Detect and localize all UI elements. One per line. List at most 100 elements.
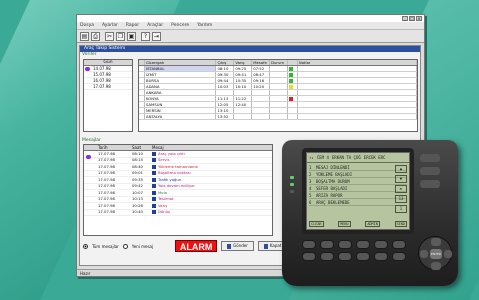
- keypad-key[interactable]: [338, 240, 352, 249]
- door-icon: [263, 243, 268, 249]
- col-date[interactable]: Tarih: [94, 145, 132, 150]
- lcd-item-text: MESAJ DİNLENDİ: [316, 164, 350, 170]
- upper-panel: Gün 14.07.98 15.07.98 16.07.98 17.07.98 …: [80, 58, 420, 138]
- col-status[interactable]: Durum: [270, 60, 288, 65]
- minimize-button[interactable]: _: [402, 16, 408, 21]
- route-cell: [288, 66, 298, 71]
- route-row[interactable]: ANTALYA 13:52: [139, 114, 417, 120]
- keypad-key[interactable]: [356, 240, 370, 249]
- nav-down-key[interactable]: [431, 262, 441, 270]
- route-cell: [270, 84, 288, 89]
- arrow-icon: [152, 210, 156, 215]
- route-cell: 08:10: [216, 66, 235, 71]
- softkey-menu[interactable]: MENU: [338, 221, 351, 227]
- route-cell: 07:52: [252, 66, 271, 71]
- keypad-key[interactable]: [320, 240, 334, 249]
- keypad-key[interactable]: [302, 240, 316, 249]
- keypad-key[interactable]: [392, 240, 406, 249]
- lcd-menu-item[interactable]: 3 BOŞALTMA DURUM: [309, 178, 407, 185]
- status-flag-icon: [288, 79, 293, 83]
- close-label: Kapat: [269, 243, 282, 248]
- day-item[interactable]: 17.07.98: [84, 84, 132, 90]
- route-cell: SAMSUN: [145, 102, 217, 107]
- menu-help[interactable]: Yardım: [197, 23, 212, 28]
- lcd-item-number: 1: [309, 164, 312, 170]
- route-cell: [234, 108, 253, 113]
- col-message[interactable]: Mesaj: [152, 145, 272, 150]
- keypad-key[interactable]: [392, 252, 406, 261]
- maximize-button[interactable]: □: [409, 16, 415, 21]
- lcd-up-icon[interactable]: ▲: [395, 165, 407, 173]
- keypad-key[interactable]: [302, 252, 316, 261]
- keypad-key[interactable]: [374, 252, 388, 261]
- col-flag[interactable]: [288, 60, 298, 65]
- radio-all-messages[interactable]: [83, 243, 88, 249]
- col-notes[interactable]: Notlar: [298, 60, 417, 65]
- lcd-item-number: 6: [309, 199, 312, 205]
- softkey-clear[interactable]: CLEAR: [309, 221, 324, 227]
- route-cell: [216, 90, 235, 95]
- print-icon[interactable]: ⎙: [91, 32, 100, 41]
- keypad-key[interactable]: [356, 252, 370, 261]
- paste-icon[interactable]: ▣: [127, 32, 136, 41]
- enter-key[interactable]: ENTER: [430, 249, 442, 259]
- led-power: [290, 176, 294, 179]
- route-cell: 12:40: [234, 102, 253, 107]
- col-arrive[interactable]: Varış: [234, 60, 253, 65]
- menu-file[interactable]: Dosya: [80, 23, 94, 28]
- nav-up-key[interactable]: [431, 238, 441, 246]
- route-cell: [298, 90, 417, 95]
- status-flag-icon: [288, 67, 293, 71]
- route-cell: [234, 114, 253, 119]
- save-icon[interactable]: ▤: [80, 32, 89, 41]
- route-cell: [270, 114, 288, 119]
- alarm-button[interactable]: ALARM: [175, 240, 218, 252]
- lcd-menu-item[interactable]: 1 MESAJ DİNLENDİ: [309, 164, 407, 171]
- keypad-key[interactable]: [374, 240, 388, 249]
- led-gps: [290, 183, 294, 186]
- lcd-menu-item[interactable]: 4 SEFER BAŞLADI: [309, 185, 407, 192]
- nav-right-key[interactable]: [444, 250, 452, 258]
- lcd-menu-icon[interactable]: ≡: [395, 185, 407, 193]
- route-cell: [252, 96, 271, 101]
- route-cell: [298, 84, 417, 89]
- keypad-key[interactable]: [320, 252, 334, 261]
- softkey-admin[interactable]: ADMIN: [365, 221, 380, 227]
- function-key[interactable]: [420, 167, 440, 175]
- help-icon[interactable]: ?: [141, 32, 150, 41]
- col-time[interactable]: Saat: [132, 145, 152, 150]
- nav-left-key[interactable]: [420, 250, 428, 258]
- function-key[interactable]: [420, 154, 440, 162]
- send-button[interactable]: Gönder: [221, 241, 254, 251]
- message-time: 10:40: [132, 209, 143, 214]
- softkey-send[interactable]: SEND: [394, 221, 407, 227]
- lcd-menu-item[interactable]: 2 YÜKLEME BAŞLADI: [309, 171, 407, 178]
- route-cell: 09:16: [252, 78, 271, 83]
- col-route[interactable]: Güzergah: [145, 60, 217, 65]
- close-button[interactable]: ×: [416, 16, 422, 21]
- exit-icon[interactable]: ⇥: [152, 32, 161, 41]
- col-distance[interactable]: Mesafe: [252, 60, 271, 65]
- route-cell: 09:41: [234, 72, 253, 77]
- send-label: Gönder: [233, 243, 248, 248]
- menu-tools[interactable]: Araçlar: [147, 23, 163, 28]
- keypad-key[interactable]: [338, 252, 352, 261]
- radio-new-messages[interactable]: [122, 243, 128, 249]
- copy-icon[interactable]: ❐: [116, 32, 125, 41]
- arrow-icon: [152, 197, 156, 202]
- menu-report[interactable]: Rapor: [126, 23, 139, 28]
- route-cell: [288, 90, 298, 95]
- menu-settings[interactable]: Ayarlar: [102, 23, 118, 28]
- route-cell: KONYA: [145, 96, 217, 101]
- lcd-menu-item[interactable]: 6 ARAÇ BEKLEMEDE: [309, 199, 407, 206]
- function-key[interactable]: [420, 180, 440, 188]
- message-row[interactable]: 17.07.98 10:40 Dönüş: [84, 209, 272, 216]
- lcd-item-text: YÜKLEME BAŞLADI: [316, 171, 353, 177]
- route-cell: 10:35: [234, 78, 253, 83]
- menu-window[interactable]: Pencere: [171, 23, 189, 28]
- cut-icon[interactable]: ✂: [105, 32, 114, 41]
- col-depart[interactable]: Çıkış: [216, 60, 235, 65]
- route-cell: [270, 96, 288, 101]
- lcd-menu-item[interactable]: 5 ARIZA RAPOR: [309, 192, 407, 199]
- lcd-down-icon[interactable]: ▼: [395, 175, 407, 183]
